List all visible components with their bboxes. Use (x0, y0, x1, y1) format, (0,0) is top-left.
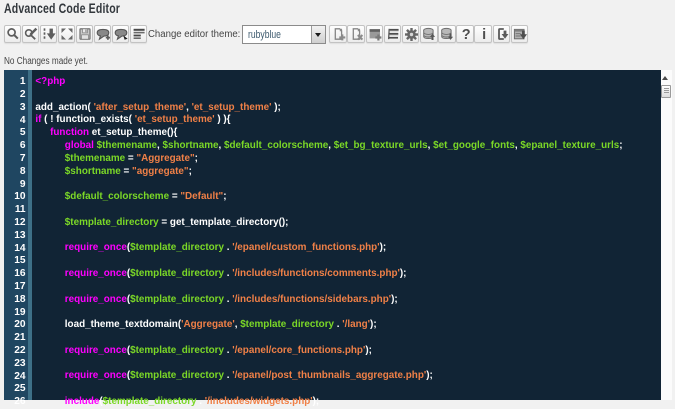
svg-text:?: ? (461, 28, 470, 43)
svg-text:i: i (482, 28, 486, 43)
